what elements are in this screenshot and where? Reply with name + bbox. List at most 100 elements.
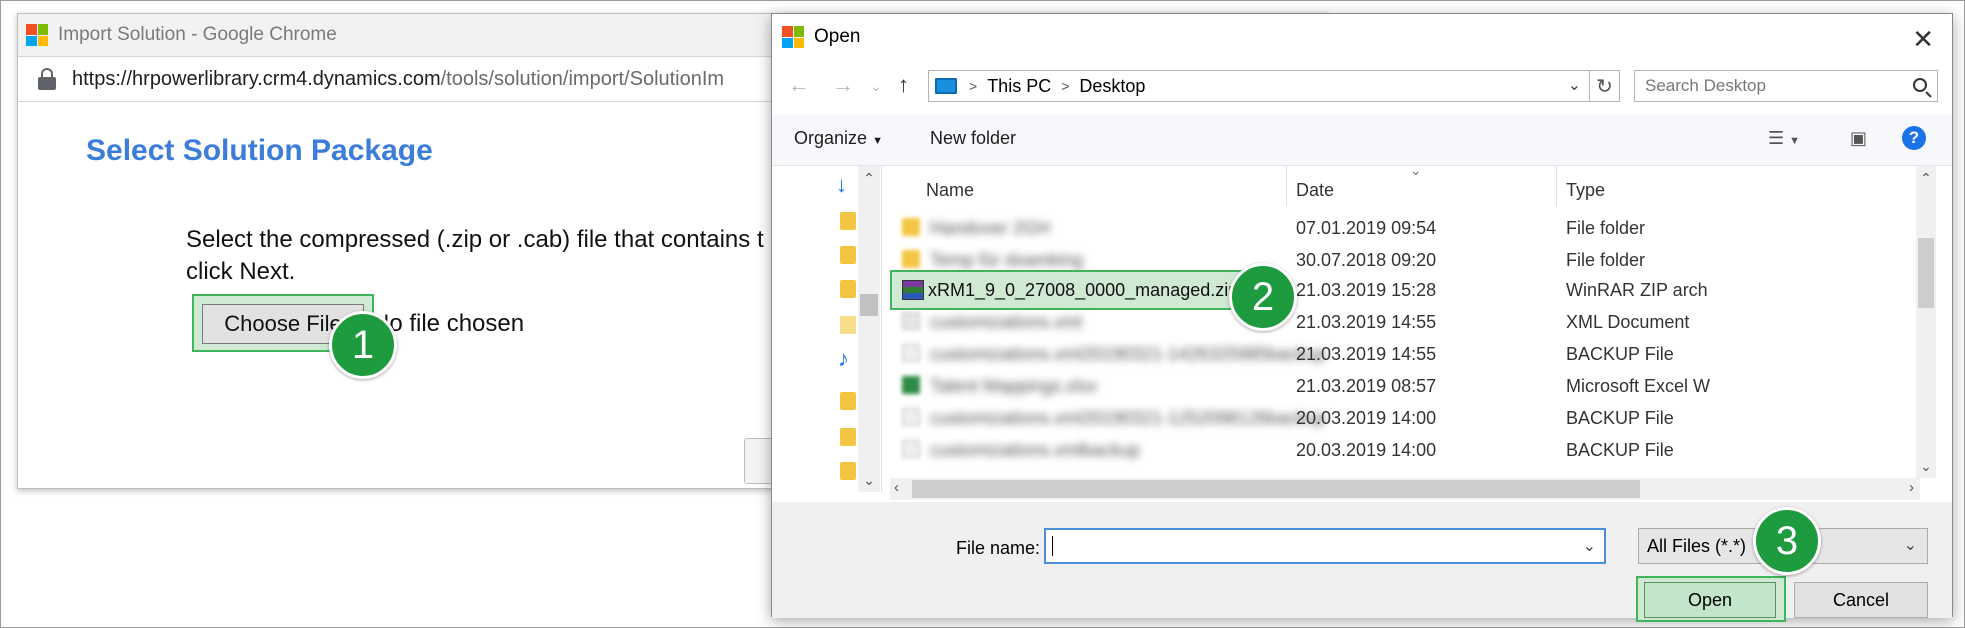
file-type: BACKUP File: [1566, 440, 1674, 460]
dialog-toolbar: Organize ▼ New folder ☰ ▼ ▣ ?: [772, 114, 1952, 166]
column-separator[interactable]: [1556, 166, 1557, 206]
file-type: File folder: [1566, 218, 1646, 238]
onedrive-folder-icon[interactable]: [840, 428, 856, 446]
file-icon: [902, 344, 920, 362]
search-input[interactable]: Search Desktop: [1634, 70, 1938, 102]
list-item[interactable]: customizations.xmlbackup 20.03.2019 14:0…: [890, 434, 1954, 466]
dialog-title: Open: [814, 26, 861, 47]
open-button[interactable]: Open: [1644, 582, 1776, 618]
preview-pane-icon[interactable]: ▣: [1850, 128, 1867, 149]
folder-icon[interactable]: [840, 392, 856, 410]
text-caret: [1052, 536, 1053, 556]
breadcrumb[interactable]: > This PC > Desktop ⌄: [928, 70, 1590, 102]
search-icon: [1913, 78, 1927, 92]
column-header-date[interactable]: Date: [1296, 180, 1334, 201]
lock-icon[interactable]: [38, 68, 56, 90]
organize-button[interactable]: Organize ▼: [794, 128, 883, 149]
sort-chevron-icon: ⌄: [1410, 166, 1422, 178]
excel-file-icon: [902, 376, 920, 394]
breadcrumb-this-pc[interactable]: This PC: [987, 76, 1051, 97]
url-path: /tools/solution/import/SolutionIm: [440, 67, 725, 90]
scrollbar-thumb[interactable]: [912, 480, 1640, 498]
list-item[interactable]: customizations.xml20190321-1426325985bac…: [890, 338, 1954, 370]
file-name: customizations.xmlbackup: [930, 440, 1141, 460]
onedrive-folder-icon[interactable]: [840, 462, 856, 480]
music-icon[interactable]: ♪: [838, 346, 849, 372]
list-item-selected-zip[interactable]: xRM1_9_0_27008_0000_managed.zip 21.03.20…: [890, 274, 1954, 306]
file-name: Talent Mappings.xlsx: [930, 376, 1098, 396]
column-separator[interactable]: [1286, 166, 1287, 206]
navigation-pane: ↓ ♪ ⌃ ⌄: [772, 166, 882, 492]
back-arrow-icon[interactable]: ←: [788, 72, 810, 98]
list-item[interactable]: customizations.xml 21.03.2019 14:55 XML …: [890, 306, 1954, 338]
callout-step-2: 2: [1229, 263, 1297, 331]
folder-icon[interactable]: [840, 212, 856, 230]
file-date: 07.01.2019 09:54: [1296, 218, 1437, 238]
recent-locations-chevron-icon[interactable]: ⌄: [870, 78, 882, 95]
window-title: Import Solution - Google Chrome: [58, 24, 337, 45]
navigation-scrollbar[interactable]: ⌃ ⌄: [858, 166, 880, 492]
windows-logo-icon: [782, 26, 804, 48]
file-type: File folder: [1566, 250, 1646, 270]
help-icon[interactable]: ?: [1902, 126, 1926, 150]
file-list-horizontal-scrollbar[interactable]: ‹ ›: [890, 478, 1920, 500]
chevron-down-icon[interactable]: ⌄: [1583, 536, 1596, 556]
forward-arrow-icon[interactable]: →: [832, 72, 854, 98]
folder-icon[interactable]: [840, 280, 856, 298]
chevron-down-icon[interactable]: ⌄: [1568, 75, 1581, 95]
file-list: Name ⌄ Date Type Handover 2GH 07.01.2019…: [890, 166, 1954, 478]
list-item[interactable]: Handover 2GH 07.01.2019 09:54 File folde…: [890, 212, 1954, 244]
organize-label: Organize: [794, 128, 868, 148]
file-icon: [902, 408, 920, 426]
breadcrumb-separator-icon[interactable]: >: [1061, 78, 1069, 94]
folder-icon: [902, 250, 920, 268]
scroll-down-icon[interactable]: ⌄: [1916, 458, 1936, 475]
file-date: 21.03.2019 15:28: [1296, 280, 1437, 300]
scroll-right-icon[interactable]: ›: [1909, 479, 1914, 496]
scroll-left-icon[interactable]: ‹: [894, 479, 899, 496]
file-type: BACKUP File: [1566, 408, 1674, 428]
up-arrow-icon[interactable]: ↑: [898, 72, 909, 98]
file-name: Temp für doamking: [930, 250, 1084, 270]
callout-step-3: 3: [1753, 507, 1821, 575]
folder-icon[interactable]: [840, 316, 856, 334]
refresh-button[interactable]: ↻: [1590, 70, 1620, 102]
instruction-text: Select the compressed (.zip or .cab) fil…: [186, 226, 811, 285]
cancel-button[interactable]: Cancel: [1794, 582, 1928, 618]
file-type: Microsoft Excel W: [1566, 376, 1711, 396]
microsoft-logo-icon: [26, 24, 48, 46]
winrar-archive-icon: [902, 280, 924, 300]
file-date: 20.03.2019 14:00: [1296, 408, 1437, 428]
file-name-label: File name:: [956, 538, 1041, 558]
column-header-type[interactable]: Type: [1566, 180, 1605, 201]
this-pc-icon: [935, 78, 957, 94]
refresh-icon: ↻: [1596, 75, 1613, 98]
column-header-name[interactable]: Name: [926, 180, 974, 201]
file-name: customizations.xml20190321-1252098126bac…: [930, 408, 1327, 428]
list-item[interactable]: customizations.xml20190321-1252098126bac…: [890, 402, 1954, 434]
downloads-icon[interactable]: ↓: [836, 172, 847, 198]
file-list-vertical-scrollbar[interactable]: ⌃ ⌄: [1916, 166, 1936, 478]
file-name: customizations.xml20190321-1426325985bac…: [930, 344, 1327, 364]
breadcrumb-desktop[interactable]: Desktop: [1079, 76, 1145, 97]
view-options-icon[interactable]: ☰ ▼: [1768, 128, 1800, 149]
file-name-input[interactable]: ⌄: [1044, 528, 1606, 564]
file-icon: [902, 440, 920, 458]
url-host: https://hrpowerlibrary.crm4.dynamics.com: [72, 67, 441, 90]
scrollbar-thumb[interactable]: [860, 294, 878, 316]
scroll-up-icon[interactable]: ⌃: [1916, 170, 1936, 187]
new-folder-button[interactable]: New folder: [930, 128, 1016, 149]
file-date: 21.03.2019 14:55: [1296, 344, 1437, 364]
scroll-down-icon[interactable]: ⌄: [858, 472, 880, 489]
xml-file-icon: [902, 312, 920, 330]
list-item[interactable]: Talent Mappings.xlsx 21.03.2019 08:57 Mi…: [890, 370, 1954, 402]
close-icon[interactable]: ✕: [1912, 24, 1934, 55]
navigation-row: ← → ⌄ ↑ > This PC > Desktop ⌄ ↻ Search D…: [772, 68, 1952, 106]
file-name: xRM1_9_0_27008_0000_managed.zip: [928, 280, 1239, 300]
file-name: customizations.xml: [930, 312, 1083, 332]
scroll-up-icon[interactable]: ⌃: [858, 170, 880, 187]
folder-pinned-icon[interactable]: [840, 246, 856, 264]
breadcrumb-separator-icon[interactable]: >: [969, 78, 977, 94]
scrollbar-thumb[interactable]: [1918, 238, 1934, 308]
file-date: 20.03.2019 14:00: [1296, 440, 1437, 460]
